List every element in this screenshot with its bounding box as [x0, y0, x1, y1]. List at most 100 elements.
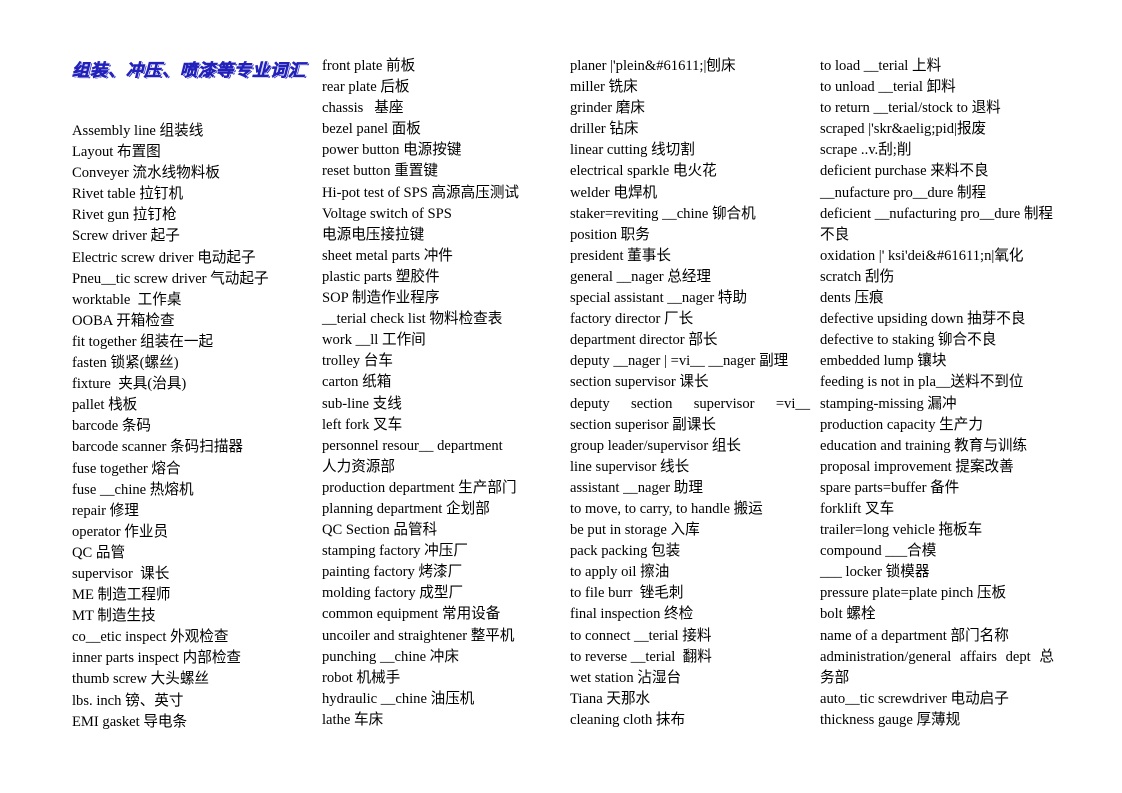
glossary-entry: staker=reviting __chine 铆合机: [570, 205, 756, 222]
glossary-entry: to return __terial/stock to 退料: [820, 100, 1001, 117]
glossary-column-1: Assembly line 组装线 Layout 布置图 Conveyer 流水…: [72, 56, 310, 733]
glossary-entry: group leader/supervisor 组长: [570, 437, 742, 454]
glossary-entry: to apply oil 擦油: [570, 564, 670, 581]
glossary-entry: common equipment 常用设备: [322, 606, 501, 623]
glossary-entry: OOBA 开箱检查: [72, 312, 175, 329]
glossary-entry: welder 电焊机: [570, 184, 658, 201]
glossary-entry: administration/general affairs dept 总: [820, 648, 1054, 665]
glossary-entry: pallet 栈板: [72, 397, 138, 414]
glossary-entry: education and training 教育与训练: [820, 437, 1028, 454]
glossary-entry: general __nager 总经理: [570, 268, 712, 285]
glossary-entry: forklift 叉车: [820, 500, 895, 517]
glossary-entry: oxidation |' ksi'dei&#61611;n|氧化: [820, 247, 1024, 264]
glossary-entry: to reverse __terial 翻料: [570, 648, 712, 665]
glossary-entry: rear plate 后板: [322, 79, 410, 96]
entry-list-3: planer |'plein&#61611;|刨床 miller 铣床 grin…: [570, 56, 810, 731]
entry-list-2: front plate 前板 rear plate 后板 chassis 基座 …: [322, 56, 552, 731]
glossary-entry: deputy section supervisor =vi__: [570, 395, 810, 412]
glossary-entry: electrical sparkle 电火花: [570, 163, 717, 180]
glossary-entry: plastic parts 塑胶件: [322, 268, 440, 285]
glossary-entry: deputy __nager | =vi__ __nager 副理: [570, 353, 789, 370]
glossary-entry: factory director 厂长: [570, 311, 694, 328]
glossary-entry: trailer=long vehicle 拖板车: [820, 522, 983, 539]
glossary-column-4: to load __terial 上料 to unload __terial 卸…: [820, 56, 1054, 731]
glossary-entry: scraped |'skr&aelig;pid|报废: [820, 121, 987, 138]
glossary-entry: defective upsiding down 抽芽不良: [820, 311, 1026, 328]
glossary-entry: embedded lump 镶块: [820, 353, 947, 370]
glossary-entry: operator 作业员: [72, 523, 169, 540]
glossary-column-3: planer |'plein&#61611;|刨床 miller 铣床 grin…: [570, 56, 810, 731]
glossary-entry: power button 电源按键: [322, 142, 462, 159]
entry-list-4: to load __terial 上料 to unload __terial 卸…: [820, 56, 1054, 731]
glossary-entry: stamping factory 冲压厂: [322, 543, 468, 560]
glossary-entry: Layout 布置图: [72, 144, 161, 161]
glossary-entry: Hi-pot test of SPS 高源高压测试: [322, 184, 520, 201]
glossary-entry: barcode 条码: [72, 418, 152, 435]
glossary-entry: thumb screw 大头螺丝: [72, 671, 210, 688]
glossary-entry: fuse together 熔合: [72, 460, 181, 477]
glossary-entry: stamping-missing 漏冲: [820, 395, 957, 412]
glossary-entry: planer |'plein&#61611;|刨床: [570, 58, 736, 74]
glossary-entry: lbs. inch 镑、英寸: [72, 692, 184, 709]
glossary-entry: inner parts inspect 内部检查: [72, 650, 242, 667]
glossary-entry: president 董事长: [570, 247, 671, 264]
glossary-entry: scrape ..v.刮;削: [820, 142, 912, 159]
glossary-entry: SOP 制造作业程序: [322, 290, 440, 307]
glossary-entry: lathe 车床: [322, 711, 384, 728]
glossary-entry: dents 压痕: [820, 290, 884, 307]
glossary-entry: trolley 台车: [322, 353, 393, 370]
glossary-entry: chassis 基座: [322, 100, 404, 117]
entry-list-1: Assembly line 组装线 Layout 布置图 Conveyer 流水…: [72, 121, 310, 733]
glossary-column-2: front plate 前板 rear plate 后板 chassis 基座 …: [322, 56, 552, 731]
glossary-entry: Voltage switch of SPS: [322, 205, 452, 222]
glossary-entry: deficient purchase 来料不良: [820, 163, 989, 180]
glossary-entry: fit together 组装在一起: [72, 333, 214, 350]
glossary-entry: final inspection 终检: [570, 606, 694, 623]
glossary-entry: uncoiler and straightener 整平机: [322, 627, 515, 644]
glossary-entry: hydraulic __chine 油压机: [322, 690, 475, 707]
glossary-entry: thickness gauge 厚薄规: [820, 711, 961, 728]
glossary-entry: sub-line 支线: [322, 395, 402, 412]
glossary-entry: repair 修理: [72, 502, 139, 519]
glossary-entry: spare parts=buffer 备件: [820, 479, 960, 496]
glossary-entry: to load __terial 上料: [820, 58, 942, 74]
glossary-entry: section supervisor 课长: [570, 374, 709, 391]
glossary-entry: worktable 工作桌: [72, 291, 182, 308]
glossary-entry: be put in storage 入库: [570, 522, 700, 539]
glossary-entry: sheet metal parts 冲件: [322, 247, 453, 264]
glossary-entry: to unload __terial 卸料: [820, 79, 956, 96]
glossary-entry: bolt 螺栓: [820, 606, 876, 623]
glossary-entry: robot 机械手: [322, 669, 401, 686]
glossary-entry: QC Section 品管科: [322, 522, 438, 539]
glossary-entry: work __ll 工作间: [322, 332, 426, 349]
glossary-entry-continuation: 务部: [820, 669, 850, 686]
glossary-entry: pressure plate=plate pinch 压板: [820, 585, 1007, 602]
glossary-entry: cleaning cloth 抹布: [570, 711, 686, 728]
glossary-entry: planning department 企划部: [322, 500, 490, 517]
glossary-entry: front plate 前板: [322, 58, 416, 74]
glossary-entry: production capacity 生产力: [820, 416, 983, 433]
glossary-entry: painting factory 烤漆厂: [322, 564, 463, 581]
glossary-entry-continuation: 不良: [820, 226, 850, 243]
glossary-entry: supervisor 课长: [72, 565, 170, 582]
glossary-entry: Electric screw driver 电动起子: [72, 249, 256, 266]
glossary-entry: Conveyer 流水线物料板: [72, 165, 220, 182]
glossary-entry: compound ___合模: [820, 543, 937, 560]
glossary-entry: section superisor 副课长: [570, 416, 716, 433]
glossary-entry: name of a department 部门名称: [820, 627, 1009, 644]
glossary-entry: grinder 磨床: [570, 100, 645, 117]
glossary-entry: personnel resour__ department: [322, 437, 503, 454]
glossary-entry: Assembly line 组装线: [72, 123, 204, 139]
glossary-entry: deficient __nufacturing pro__dure 制程: [820, 205, 1054, 222]
glossary-entry: bezel panel 面板: [322, 121, 421, 138]
glossary-entry: to connect __terial 接料: [570, 627, 712, 644]
glossary-entry: EMI gasket 导电条: [72, 713, 188, 730]
glossary-entry: scratch 刮伤: [820, 268, 895, 285]
glossary-entry: miller 铣床: [570, 79, 638, 96]
glossary-entry: special assistant __nager 特助: [570, 290, 748, 307]
document-page: 组装、冲压、喷漆等专业词汇 Assembly line 组装线 Layout 布…: [0, 0, 1122, 793]
glossary-entry: fasten 锁紧(螺丝): [72, 355, 179, 372]
glossary-entry: wet station 沾湿台: [570, 669, 682, 686]
glossary-entry: molding factory 成型厂: [322, 585, 464, 602]
glossary-entry: left fork 叉车: [322, 416, 403, 433]
